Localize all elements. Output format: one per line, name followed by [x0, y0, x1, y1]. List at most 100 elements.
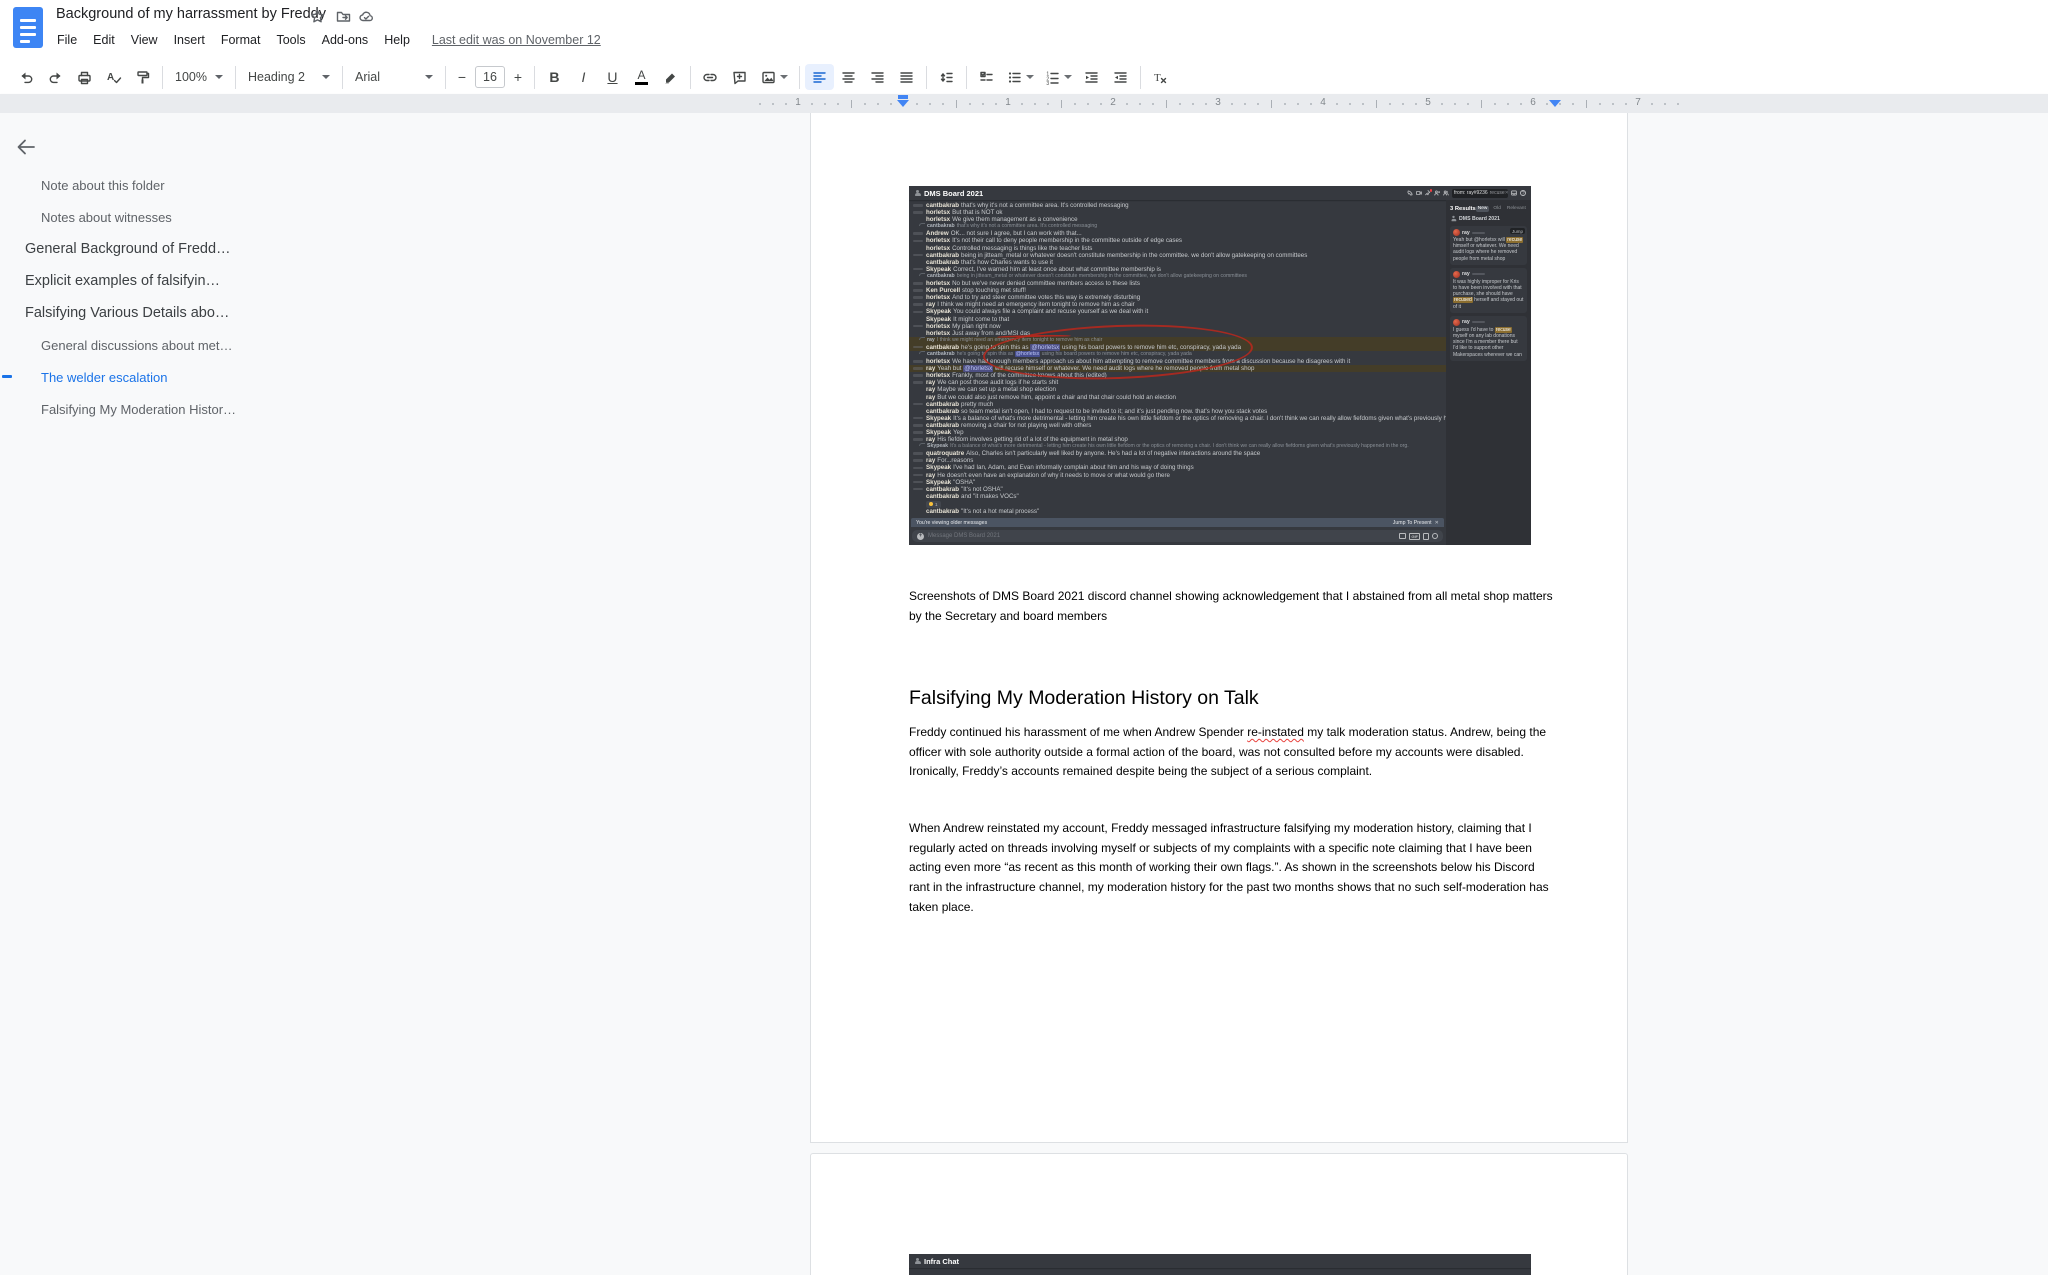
outline-item-falsifying-my-moderation-histor[interactable]: Falsifying My Moderation Histor… — [0, 393, 300, 425]
paint-format-button[interactable] — [128, 64, 157, 90]
toolbar-divider — [162, 66, 163, 89]
chat-text: stop touching met stuff! — [962, 287, 1026, 294]
insert-image-button[interactable] — [754, 64, 794, 90]
document-page-2[interactable]: Infra Chat — [810, 1153, 1628, 1275]
font-size-input[interactable]: 16 — [475, 66, 505, 88]
ruler-tick — [1481, 100, 1482, 108]
align-left-button[interactable] — [805, 64, 834, 90]
decrease-font-size-button[interactable]: − — [451, 64, 473, 90]
menu-item-file[interactable]: File — [49, 31, 85, 49]
chat-username: cantbakrab — [927, 273, 955, 279]
outline-item-general-discussions-about-met[interactable]: General discussions about met… — [0, 329, 300, 361]
zoom-select[interactable]: 100% — [168, 64, 230, 90]
ruler-tick — [877, 103, 879, 105]
numbered-list-button[interactable]: 123 — [1039, 64, 1077, 90]
decrease-indent-button[interactable] — [1077, 64, 1106, 90]
ruler-tick — [1572, 103, 1574, 105]
add-comment-button[interactable] — [725, 64, 754, 90]
text-color-button[interactable]: A — [627, 64, 656, 90]
print-button[interactable] — [70, 64, 99, 90]
menu-item-edit[interactable]: Edit — [85, 31, 123, 49]
ruler-tick — [1677, 103, 1679, 105]
timestamp — [913, 240, 923, 243]
ruler-tick — [1166, 100, 1167, 108]
discord-search-input: from: ray#9236 recuse ✕ — [1452, 189, 1508, 198]
bold-button[interactable]: B — [540, 64, 569, 90]
menu-item-help[interactable]: Help — [376, 31, 418, 49]
ruler-tick — [1231, 103, 1233, 105]
left-indent-marker[interactable] — [897, 100, 909, 107]
discord-channel-title: Infra Chat — [924, 1257, 959, 1266]
menu-item-insert[interactable]: Insert — [166, 31, 213, 49]
outline-item-explicit-examples-of-falsifyin[interactable]: Explicit examples of falsifyin… — [0, 265, 300, 297]
chat-username: cantbakrab — [926, 422, 959, 429]
chat-text: It's a balance of what's more detrimenta… — [953, 415, 1446, 422]
body-paragraph[interactable]: Freddy continued his harassment of me wh… — [909, 723, 1557, 782]
redo-button[interactable] — [41, 64, 70, 90]
font-family-select[interactable]: Arial — [348, 64, 440, 90]
insert-link-button[interactable] — [696, 64, 725, 90]
line-spacing-button[interactable] — [932, 64, 961, 90]
active-indicator — [2, 375, 12, 378]
star-icon[interactable] — [310, 9, 325, 24]
menu-item-format[interactable]: Format — [213, 31, 269, 49]
first-line-indent-marker[interactable] — [898, 95, 908, 99]
increase-font-size-button[interactable]: + — [507, 64, 529, 90]
ruler-tick — [969, 103, 971, 105]
embedded-discord-screenshot[interactable]: DMS Board 2021 from: ray#9236 recuse ✕ ? — [909, 186, 1531, 545]
increase-indent-button[interactable] — [1106, 64, 1135, 90]
outline-item-note-about-this-folder[interactable]: Note about this folder — [0, 169, 300, 201]
image-caption-paragraph[interactable]: Screenshots of DMS Board 2021 discord ch… — [909, 587, 1557, 626]
undo-button[interactable] — [12, 64, 41, 90]
chat-message: rayBut we could also just remove him, ap… — [909, 394, 1446, 401]
outline-item-general-background-of-fredd[interactable]: General Background of Fredd… — [0, 233, 300, 265]
ruler-tick — [1651, 103, 1653, 105]
back-arrow-icon[interactable] — [14, 135, 38, 159]
outline-item-notes-about-witnesses[interactable]: Notes about witnesses — [0, 201, 300, 233]
chat-text: And to try and steer committee votes thi… — [952, 294, 1140, 301]
body-paragraph[interactable]: When Andrew reinstated my account, Fredd… — [909, 819, 1557, 918]
underline-button[interactable]: U — [598, 64, 627, 90]
outline-item-falsifying-various-details-abo[interactable]: Falsifying Various Details abo… — [0, 297, 300, 329]
results-channel-header: DMS Board 2021 — [1450, 214, 1527, 223]
toolbar-divider — [690, 66, 691, 89]
menu-item-tools[interactable]: Tools — [268, 31, 313, 49]
timestamp — [913, 488, 923, 491]
highlight-color-button[interactable] — [656, 64, 685, 90]
outline-item-label: General discussions about met… — [41, 338, 232, 353]
cloud-saved-icon[interactable] — [359, 9, 374, 24]
last-edit-link[interactable]: Last edit was on November 12 — [432, 33, 601, 47]
move-to-folder-icon[interactable] — [336, 9, 351, 24]
outline-item-the-welder-escalation[interactable]: The welder escalation — [0, 361, 300, 393]
bulleted-list-button[interactable] — [1001, 64, 1039, 90]
document-title[interactable]: Background of my harrassment by Freddy — [56, 6, 326, 22]
align-center-button[interactable] — [834, 64, 863, 90]
ruler-tick — [824, 103, 826, 105]
timestamp — [913, 204, 923, 207]
checklist-button[interactable] — [972, 64, 1001, 90]
google-docs-logo-icon[interactable] — [13, 7, 43, 48]
paragraph-style-select[interactable]: Heading 2 — [241, 64, 337, 90]
results-tab-relevant: Relevant — [1505, 206, 1528, 212]
menu-item-addons[interactable]: Add-ons — [314, 31, 377, 49]
chat-message: horletsxControlled messaging is things l… — [909, 245, 1446, 252]
ruler-tick — [1297, 103, 1299, 105]
toolbar: A 100% Heading 2 Arial − 16 + B I U A — [0, 60, 2048, 94]
clear-formatting-button[interactable]: T — [1146, 64, 1175, 90]
content-area: Note about this folderNotes about witnes… — [0, 113, 2048, 1275]
toolbar-divider — [235, 66, 236, 89]
menu-item-view[interactable]: View — [123, 31, 166, 49]
italic-button[interactable]: I — [569, 64, 598, 90]
ruler-tick — [1021, 103, 1023, 105]
chat-text: I've had Ian, Adam, and Evan informally … — [953, 464, 1194, 471]
inbox-icon — [1511, 190, 1517, 196]
ruler-tick — [1362, 103, 1364, 105]
discord-message-input: + Message DMS Board 2021 GIF — [912, 530, 1443, 542]
spell-check-button[interactable]: A — [99, 64, 128, 90]
ruler-tick — [1415, 103, 1417, 105]
justify-button[interactable] — [892, 64, 921, 90]
align-right-button[interactable] — [863, 64, 892, 90]
embedded-discord-screenshot-2[interactable]: Infra Chat — [909, 1254, 1531, 1275]
document-page-1[interactable]: DMS Board 2021 from: ray#9236 recuse ✕ ? — [810, 113, 1628, 1143]
section-heading[interactable]: Falsifying My Moderation History on Talk — [909, 687, 1259, 710]
